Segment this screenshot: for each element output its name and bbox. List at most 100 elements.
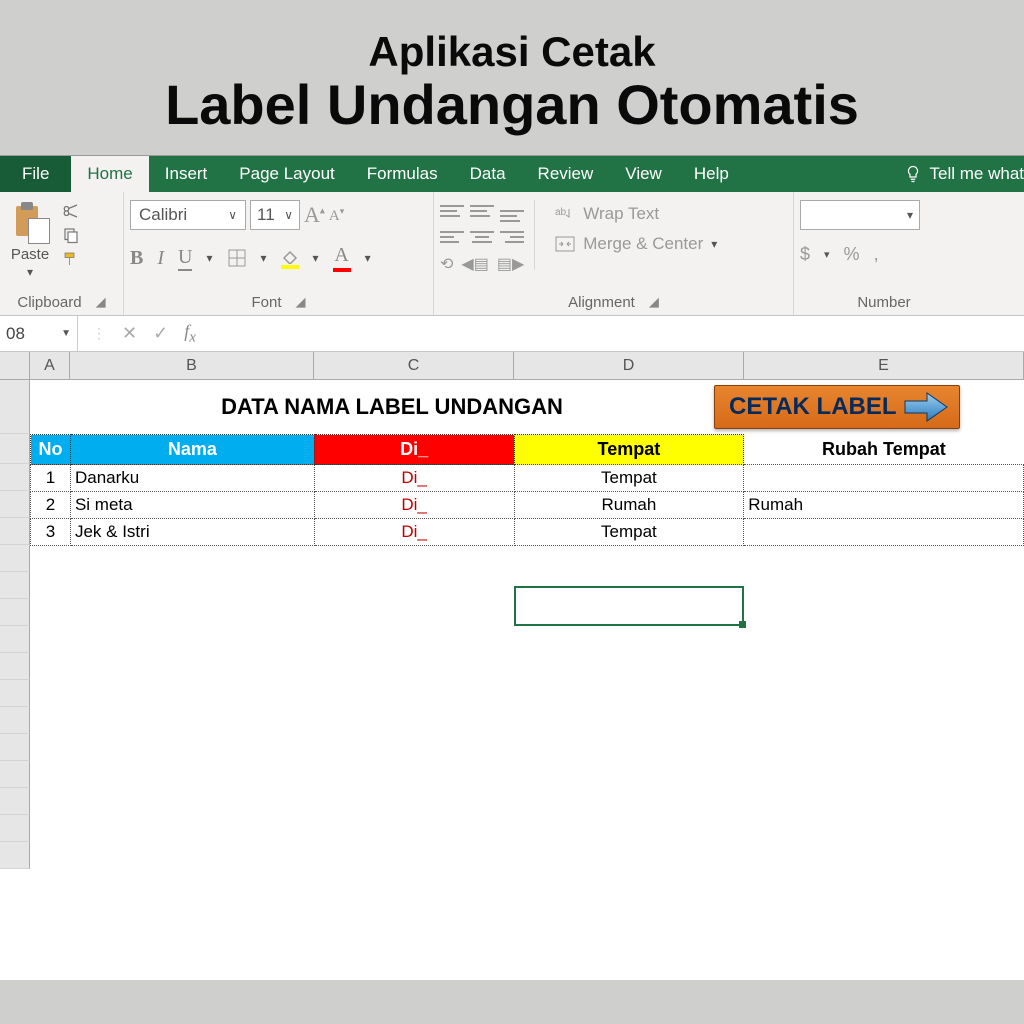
cell-rubah[interactable] [744,519,1024,546]
row-header[interactable] [0,518,30,545]
cell-rubah[interactable]: Rumah [744,492,1024,519]
row-header[interactable] [0,434,30,464]
th-nama[interactable]: Nama [70,435,314,465]
cetak-label-button[interactable]: CETAK LABEL [714,385,960,429]
cut-icon[interactable] [60,202,82,220]
th-di[interactable]: Di_ [314,435,514,465]
enter-icon[interactable]: ✓ [153,323,168,344]
cell-tempat[interactable]: Tempat [514,519,744,546]
cell-nama[interactable]: Si meta [70,492,314,519]
borders-icon[interactable] [227,248,247,268]
number-format-dropdown[interactable]: ▾ [800,200,920,230]
row-header[interactable] [0,464,30,491]
tab-page-layout[interactable]: Page Layout [223,156,350,192]
align-middle-icon[interactable] [470,200,494,222]
font-color-button[interactable]: A [333,244,351,272]
paste-button[interactable]: Paste ▾ [6,200,54,279]
chevron-down-icon[interactable]: ▾ [313,251,319,265]
chevron-down-icon[interactable]: ▾ [206,251,212,265]
tab-view[interactable]: View [609,156,678,192]
row-header[interactable] [0,626,30,653]
launcher-icon[interactable]: ◢ [296,294,306,310]
row-header[interactable] [0,734,30,761]
font-name-dropdown[interactable]: Calibri∨ [130,200,246,230]
align-center-icon[interactable] [470,226,494,248]
tab-home[interactable]: Home [71,156,148,192]
row-header[interactable] [0,380,30,434]
col-header-D[interactable]: D [514,352,744,379]
chevron-down-icon[interactable]: ▾ [824,248,830,261]
currency-button[interactable]: $ [800,244,810,265]
tab-data[interactable]: Data [454,156,522,192]
row-header[interactable] [0,842,30,869]
merge-center-button[interactable]: Merge & Center ▾ [555,234,717,254]
row-header[interactable] [0,491,30,518]
chevron-down-icon[interactable]: ▾ [365,251,371,265]
fill-handle[interactable] [739,621,746,628]
th-tempat[interactable]: Tempat [514,435,744,465]
row-header[interactable] [0,815,30,842]
align-bottom-icon[interactable] [500,200,524,222]
launcher-icon[interactable]: ◢ [96,294,106,310]
decrease-indent-icon[interactable]: ◀▤ [461,254,488,274]
font-size-dropdown[interactable]: 11∨ [250,200,300,230]
tab-insert[interactable]: Insert [149,156,224,192]
row-header[interactable] [0,653,30,680]
row-header[interactable] [0,680,30,707]
increase-font-icon[interactable]: A▴ [304,202,325,228]
active-cell-selection[interactable] [514,586,744,626]
cell-tempat[interactable]: Tempat [514,465,744,492]
tab-file[interactable]: File [0,156,71,192]
th-rubah[interactable]: Rubah Tempat [744,435,1024,465]
row-header[interactable] [0,545,30,572]
row-header[interactable] [0,707,30,734]
bold-button[interactable]: B [130,247,143,270]
cell-di[interactable]: Di_ [314,492,514,519]
format-painter-icon[interactable] [60,250,82,268]
select-all-button[interactable] [0,352,30,379]
align-left-icon[interactable] [440,226,464,248]
row-header[interactable] [0,788,30,815]
align-right-icon[interactable] [500,226,524,248]
cell-no[interactable]: 1 [31,465,71,492]
cell-nama[interactable]: Jek & Istri [70,519,314,546]
fx-icon[interactable]: fx [184,321,196,347]
tab-help[interactable]: Help [678,156,745,192]
row-headers [0,380,30,869]
decrease-font-icon[interactable]: A▾ [329,206,344,225]
cell-di[interactable]: Di_ [314,465,514,492]
cell-rubah[interactable] [744,465,1024,492]
underline-button[interactable]: U [178,246,192,271]
cell-no[interactable]: 3 [31,519,71,546]
copy-icon[interactable] [60,226,82,244]
cell-nama[interactable]: Danarku [70,465,314,492]
tab-review[interactable]: Review [522,156,610,192]
name-box[interactable]: 08▼ [0,316,78,351]
col-header-C[interactable]: C [314,352,514,379]
col-header-A[interactable]: A [30,352,70,379]
cell-no[interactable]: 2 [31,492,71,519]
wrap-text-button[interactable]: ab Wrap Text [555,204,717,224]
comma-button[interactable]: , [874,244,879,265]
formula-input[interactable] [210,316,1024,351]
th-no[interactable]: No [31,435,71,465]
chevron-down-icon[interactable]: ▾ [261,251,267,265]
sheet-body[interactable]: DATA NAMA LABEL UNDANGAN CETAK LABEL No … [0,380,1024,980]
row-header[interactable] [0,761,30,788]
tell-me[interactable]: Tell me what [745,156,1024,192]
col-header-E[interactable]: E [744,352,1024,379]
cell-di[interactable]: Di_ [314,519,514,546]
tab-formulas[interactable]: Formulas [351,156,454,192]
launcher-icon[interactable]: ◢ [649,294,659,310]
orientation-icon[interactable]: ⟲ [440,254,453,274]
cancel-icon[interactable]: ✕ [122,323,137,344]
increase-indent-icon[interactable]: ▤▶ [497,254,524,274]
align-top-icon[interactable] [440,200,464,222]
percent-button[interactable]: % [844,244,860,265]
italic-button[interactable]: I [157,247,164,270]
row-header[interactable] [0,599,30,626]
col-header-B[interactable]: B [70,352,314,379]
fill-color-button[interactable] [281,248,299,269]
row-header[interactable] [0,572,30,599]
cell-tempat[interactable]: Rumah [514,492,744,519]
